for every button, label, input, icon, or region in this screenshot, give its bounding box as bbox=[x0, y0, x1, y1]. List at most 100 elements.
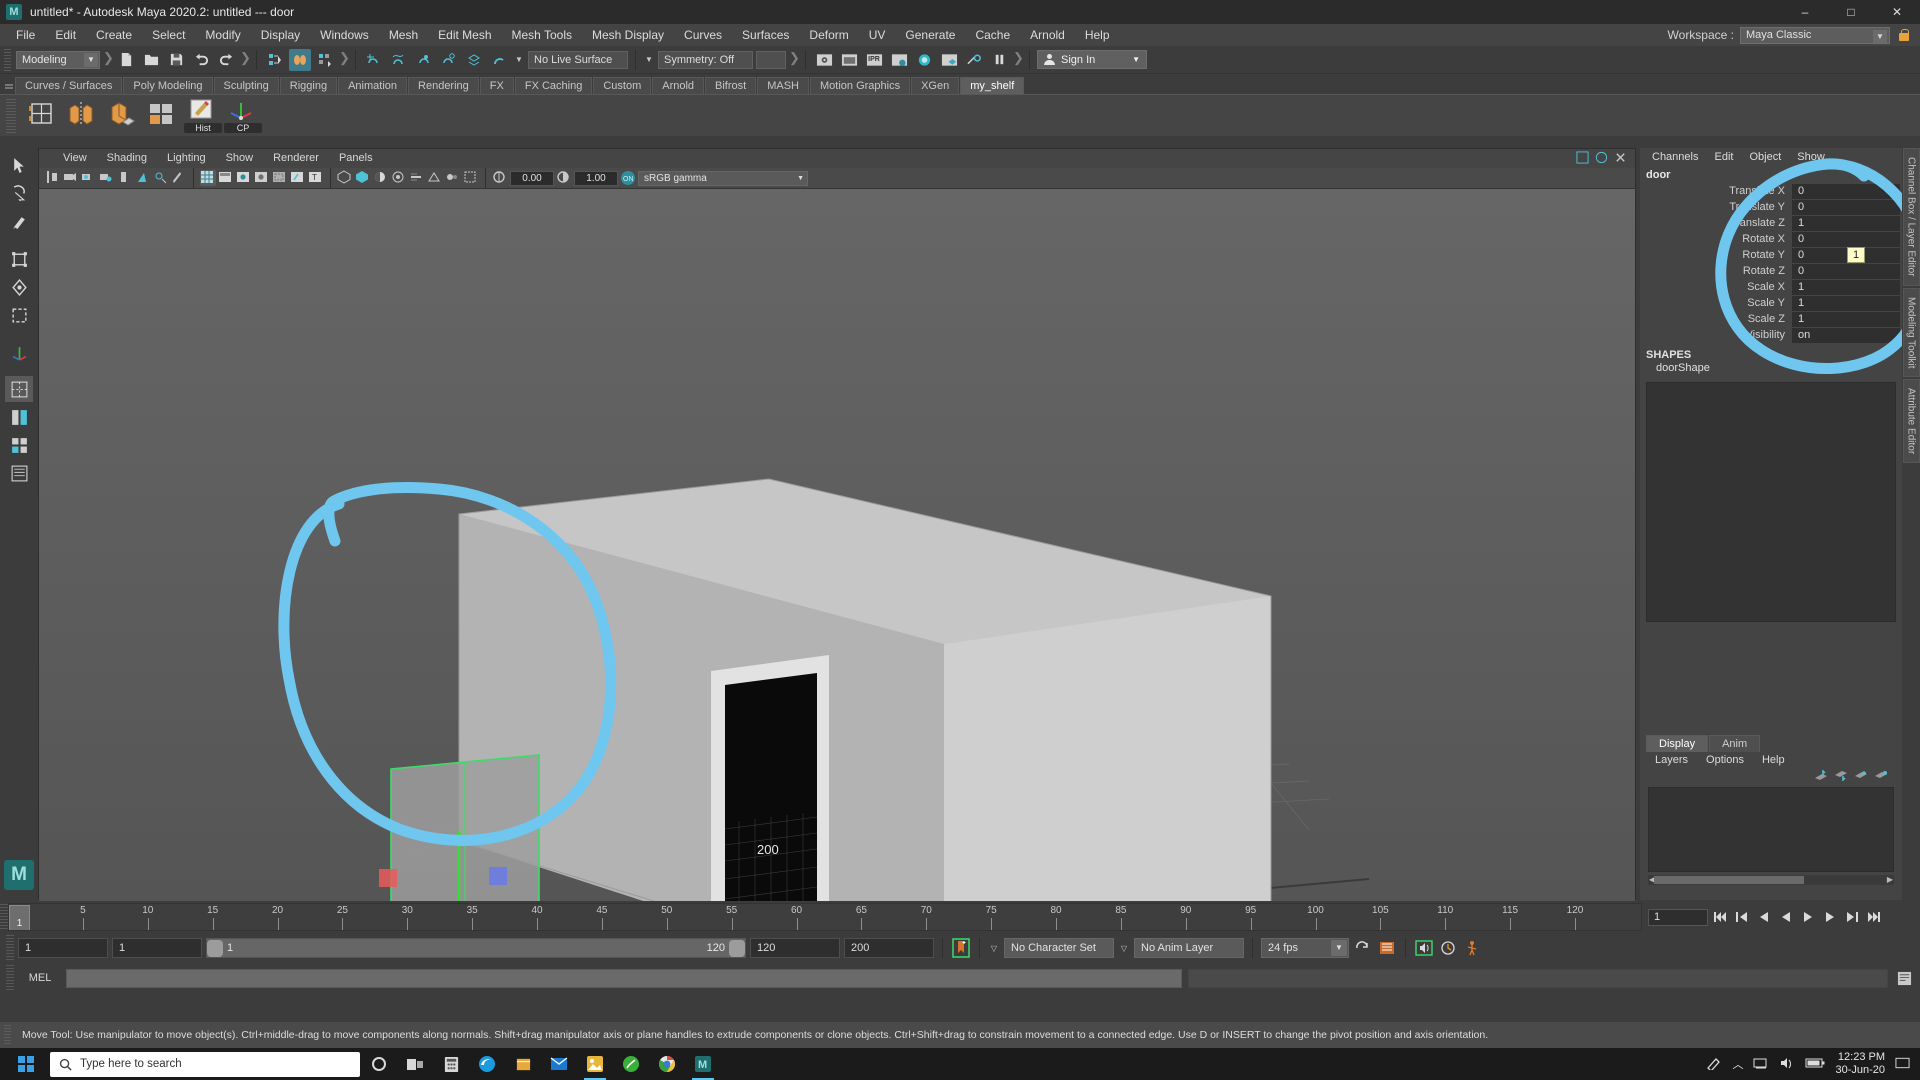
channelbox-shape-attributes-area[interactable] bbox=[1646, 382, 1896, 622]
range-slider-grip[interactable] bbox=[6, 935, 14, 961]
dof-icon[interactable] bbox=[445, 170, 461, 186]
attribute-value[interactable]: 0 bbox=[1792, 263, 1900, 279]
photos-icon[interactable] bbox=[578, 1048, 612, 1080]
shelf-tab-curves-surfaces[interactable]: Curves / Surfaces bbox=[15, 77, 123, 94]
menu-create[interactable]: Create bbox=[86, 24, 142, 46]
render-settings-icon[interactable] bbox=[888, 49, 910, 71]
save-scene-icon[interactable] bbox=[165, 49, 187, 71]
command-response-field[interactable] bbox=[1188, 968, 1888, 988]
character-set-dropdown[interactable]: No Character Set bbox=[1004, 938, 1114, 958]
statusline-grip[interactable] bbox=[4, 48, 11, 71]
tab-anim-layers[interactable]: Anim bbox=[1709, 735, 1761, 752]
camera-attributes-icon[interactable] bbox=[63, 170, 79, 186]
menu-modify[interactable]: Modify bbox=[195, 24, 250, 46]
select-hierarchy-icon[interactable] bbox=[264, 49, 286, 71]
help-line-grip[interactable] bbox=[4, 1025, 11, 1045]
lighting-all-icon[interactable] bbox=[355, 170, 371, 186]
step-forward-frame-icon[interactable] bbox=[1820, 907, 1840, 927]
history-icon[interactable]: Hist bbox=[184, 99, 222, 133]
four-pane-layout-icon[interactable] bbox=[5, 432, 33, 458]
shelf-tab-fx[interactable]: FX bbox=[479, 77, 514, 94]
viewport-3d-scene[interactable]: 200 200 300 bbox=[39, 189, 1635, 901]
menu-display[interactable]: Display bbox=[251, 24, 310, 46]
close-button[interactable]: ✕ bbox=[1874, 0, 1920, 24]
taskbar-clock[interactable]: 12:23 PM 30-Jun-20 bbox=[1835, 1051, 1885, 1077]
outliner-layout-icon[interactable] bbox=[5, 460, 33, 486]
shaded-textured-icon[interactable] bbox=[236, 170, 252, 186]
shelf-tab-motion-graphics[interactable]: Motion Graphics bbox=[810, 77, 911, 94]
menu-generate[interactable]: Generate bbox=[895, 24, 965, 46]
go-to-end-icon[interactable] bbox=[1864, 907, 1884, 927]
menu-edit[interactable]: Edit bbox=[45, 24, 86, 46]
select-camera-icon[interactable] bbox=[45, 170, 61, 186]
camera-bookmark-icon[interactable] bbox=[81, 170, 97, 186]
workspace-dropdown[interactable]: Maya Classic ▼ bbox=[1740, 26, 1890, 44]
grid-toggle-icon[interactable] bbox=[117, 170, 133, 186]
network-icon[interactable] bbox=[1753, 1056, 1769, 1073]
sign-in-button[interactable]: Sign In ▼ bbox=[1037, 50, 1147, 69]
channelbox-menu-edit[interactable]: Edit bbox=[1706, 148, 1741, 166]
chevron-down-icon[interactable]: ▼ bbox=[513, 55, 525, 64]
character-animation-icon[interactable] bbox=[1462, 938, 1482, 958]
move-layer-up-icon[interactable] bbox=[1814, 769, 1828, 784]
isolate-select-icon[interactable] bbox=[463, 170, 479, 186]
play-backwards-icon[interactable] bbox=[1776, 907, 1796, 927]
tab-channel-box-layer-editor[interactable]: Channel Box / Layer Editor bbox=[1902, 148, 1920, 286]
attribute-row-visibility[interactable]: Visibility on bbox=[1640, 327, 1900, 343]
statusline-empty-field[interactable] bbox=[756, 50, 786, 69]
minimize-button[interactable]: – bbox=[1782, 0, 1828, 24]
attribute-value[interactable]: on bbox=[1792, 327, 1900, 343]
light-editor-icon[interactable] bbox=[963, 49, 985, 71]
quad-draw-icon[interactable] bbox=[146, 99, 180, 133]
current-frame-indicator[interactable]: 1 bbox=[9, 905, 30, 930]
smooth-shade-all-icon[interactable] bbox=[218, 170, 234, 186]
snap-to-projected-center-icon[interactable] bbox=[438, 49, 460, 71]
menu-edit-mesh[interactable]: Edit Mesh bbox=[428, 24, 501, 46]
scroll-right-icon[interactable]: ▶ bbox=[1887, 875, 1893, 884]
range-start-handle[interactable] bbox=[207, 939, 223, 957]
show-hidden-icons-icon[interactable]: ︿ bbox=[1732, 1056, 1743, 1072]
viewport-menu-panels[interactable]: Panels bbox=[329, 149, 383, 168]
attribute-value[interactable]: 0 bbox=[1792, 183, 1900, 199]
move-tool-icon[interactable] bbox=[5, 246, 33, 272]
render-sequence-icon[interactable] bbox=[838, 49, 860, 71]
shadow-toggle-icon[interactable] bbox=[373, 170, 389, 186]
scale-tool-icon[interactable] bbox=[5, 302, 33, 328]
anti-alias-icon[interactable] bbox=[427, 170, 443, 186]
layer-menu-layers[interactable]: Layers bbox=[1646, 752, 1697, 769]
attribute-value[interactable]: 0 bbox=[1792, 247, 1900, 263]
viewport-undock-icon[interactable] bbox=[1595, 151, 1608, 167]
menu-uv[interactable]: UV bbox=[859, 24, 896, 46]
make-live-icon[interactable] bbox=[488, 49, 510, 71]
select-tool-icon[interactable] bbox=[5, 152, 33, 178]
go-to-start-icon[interactable] bbox=[1710, 907, 1730, 927]
mel-command-input[interactable] bbox=[66, 968, 1182, 988]
undo-icon[interactable] bbox=[190, 49, 212, 71]
move-layer-down-icon[interactable] bbox=[1834, 770, 1848, 784]
shelf-tab-bifrost[interactable]: Bifrost bbox=[705, 77, 757, 94]
start-button[interactable] bbox=[4, 1048, 48, 1080]
lighting-default-icon[interactable] bbox=[337, 170, 353, 186]
mirror-icon[interactable] bbox=[66, 99, 100, 133]
attribute-value[interactable]: 1 bbox=[1792, 311, 1900, 327]
anim-layer-dropdown[interactable]: No Anim Layer bbox=[1134, 938, 1244, 958]
select-component-icon[interactable] bbox=[314, 49, 336, 71]
menu-mesh[interactable]: Mesh bbox=[379, 24, 428, 46]
xray-joints-icon[interactable] bbox=[290, 170, 306, 186]
open-scene-icon[interactable] bbox=[140, 49, 162, 71]
symmetry-field[interactable]: Symmetry: Off bbox=[658, 50, 753, 69]
attribute-value[interactable]: 1 bbox=[1792, 295, 1900, 311]
xray-icon[interactable] bbox=[272, 170, 288, 186]
menu-help[interactable]: Help bbox=[1075, 24, 1120, 46]
layer-menu-help[interactable]: Help bbox=[1753, 752, 1794, 769]
viewport-maximize-icon[interactable] bbox=[1576, 150, 1589, 167]
channelbox-menu-show[interactable]: Show bbox=[1789, 148, 1833, 166]
attribute-row-translate-z[interactable]: Translate Z 1 bbox=[1640, 215, 1900, 231]
auto-keyframe-toggle-icon[interactable] bbox=[951, 938, 971, 958]
range-end-handle[interactable] bbox=[729, 939, 745, 957]
shelf-grip[interactable] bbox=[4, 76, 14, 94]
viewport-menu-renderer[interactable]: Renderer bbox=[263, 149, 329, 168]
live-surface-field[interactable]: No Live Surface bbox=[528, 50, 628, 69]
command-line-grip[interactable] bbox=[6, 965, 14, 991]
new-scene-icon[interactable] bbox=[115, 49, 137, 71]
